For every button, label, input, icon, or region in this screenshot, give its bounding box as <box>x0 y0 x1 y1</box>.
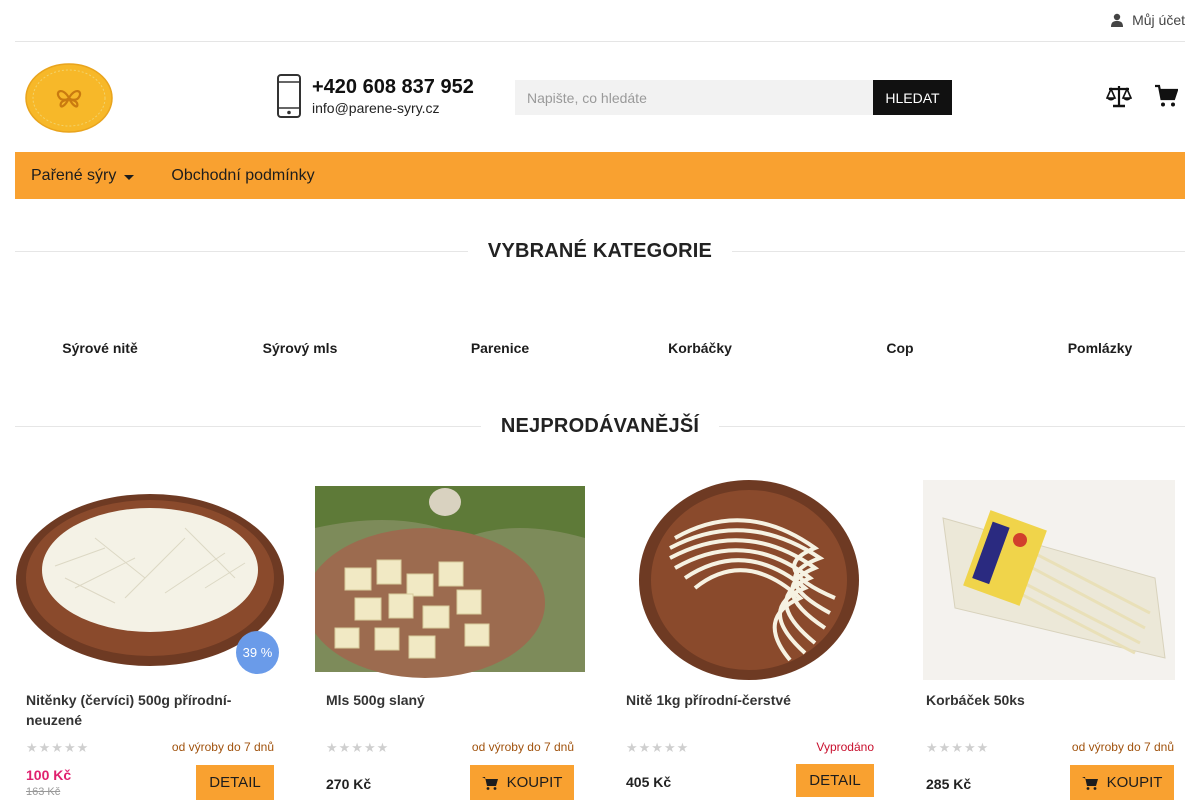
product-list: 39 % Nitěnky (červíci) 500g přírodní-neu… <box>15 478 1185 800</box>
rating-stars: ★★★★★ <box>926 740 990 755</box>
nav-item-obchodni-podminky[interactable]: Obchodní podmínky <box>155 152 330 199</box>
search-input[interactable] <box>515 80 873 115</box>
scales-icon <box>1105 86 1133 108</box>
product-card: Nitě 1kg přírodní-čerstvé ★★★★★ Vyprodán… <box>615 478 885 800</box>
buy-button-label: KOUPIT <box>506 774 563 791</box>
smartphone-icon <box>277 74 301 118</box>
category-item[interactable]: Parenice <box>400 340 600 356</box>
price: 270 Kč <box>326 776 372 792</box>
main-navigation: Pařené sýry Obchodní podmínky <box>15 152 1185 199</box>
category-item[interactable]: Cop <box>800 340 1000 356</box>
cart-icon <box>481 776 498 790</box>
availability: od výroby do 7 dnů <box>471 740 574 754</box>
nav-item-parene-syry[interactable]: Pařené sýry <box>15 152 150 199</box>
user-icon <box>1111 13 1124 27</box>
my-account-link[interactable]: Můj účet <box>1110 12 1185 28</box>
rating-stars: ★★★★★ <box>26 740 90 755</box>
rating-stars: ★★★★★ <box>626 740 690 755</box>
cart-icon <box>1081 776 1098 790</box>
availability: od výroby do 7 dnů <box>171 740 274 754</box>
search-form: HLEDAT <box>515 80 952 115</box>
nav-item-label: Obchodní podmínky <box>171 167 315 184</box>
availability: od výroby do 7 dnů <box>1071 740 1174 754</box>
discount-badge: 39 % <box>236 631 279 674</box>
product-name[interactable]: Nitě 1kg přírodní-čerstvé <box>626 690 876 710</box>
category-item[interactable]: Sýrové nitě <box>0 340 200 356</box>
email-address[interactable]: info@parene-syry.cz <box>312 99 474 117</box>
category-list: Sýrové nitě Sýrový mls Parenice Korbáčky… <box>0 340 1200 356</box>
categories-section-heading: VYBRANÉ KATEGORIE <box>15 239 1185 263</box>
top-bar: Můj účet <box>15 0 1185 42</box>
caret-down-icon <box>124 174 135 180</box>
product-image[interactable] <box>915 478 1185 682</box>
product-card: Mls 500g slaný ★★★★★ od výroby do 7 dnů … <box>315 478 585 800</box>
product-card: 39 % Nitěnky (červíci) 500g přírodní-neu… <box>15 478 285 800</box>
category-item[interactable]: Pomlázky <box>1000 340 1200 356</box>
old-price: 163 Kč <box>26 786 61 798</box>
section-title: NEJPRODÁVANĚJŠÍ <box>480 414 720 438</box>
cart-icon <box>1155 84 1179 107</box>
product-name[interactable]: Nitěnky (červíci) 500g přírodní-neuzené <box>26 690 276 730</box>
buy-button[interactable]: KOUPIT <box>470 765 574 800</box>
nav-item-label: Pařené sýry <box>31 167 117 184</box>
rating-stars: ★★★★★ <box>326 740 390 755</box>
header-actions <box>1105 84 1179 113</box>
price: 100 Kč <box>26 767 72 783</box>
company-logo[interactable] <box>25 63 113 133</box>
category-item[interactable]: Korbáčky <box>600 340 800 356</box>
search-button[interactable]: HLEDAT <box>873 80 952 115</box>
phone-number[interactable]: +420 608 837 952 <box>312 75 474 99</box>
my-account-label: Můj účet <box>1132 12 1185 28</box>
detail-button[interactable]: DETAIL <box>196 765 274 800</box>
product-name[interactable]: Korbáček 50ks <box>926 690 1176 710</box>
buy-button-label: KOUPIT <box>1106 774 1163 791</box>
buy-button[interactable]: KOUPIT <box>1070 765 1174 800</box>
availability: Vyprodáno <box>816 740 874 754</box>
bestsellers-section-heading: NEJPRODÁVANĚJŠÍ <box>15 414 1185 438</box>
price: 405 Kč <box>626 774 672 790</box>
product-image[interactable] <box>315 478 585 682</box>
section-title: VYBRANÉ KATEGORIE <box>467 239 733 263</box>
compare-link[interactable] <box>1105 84 1154 113</box>
product-image[interactable] <box>615 478 885 682</box>
cart-link[interactable] <box>1154 84 1179 113</box>
contact-block: +420 608 837 952 info@parene-syry.cz <box>276 74 474 118</box>
price: 285 Kč <box>926 776 972 792</box>
category-item[interactable]: Sýrový mls <box>200 340 400 356</box>
product-card: Korbáček 50ks ★★★★★ od výroby do 7 dnů 2… <box>915 478 1185 800</box>
product-name[interactable]: Mls 500g slaný <box>326 690 576 710</box>
detail-button[interactable]: DETAIL <box>796 764 874 797</box>
